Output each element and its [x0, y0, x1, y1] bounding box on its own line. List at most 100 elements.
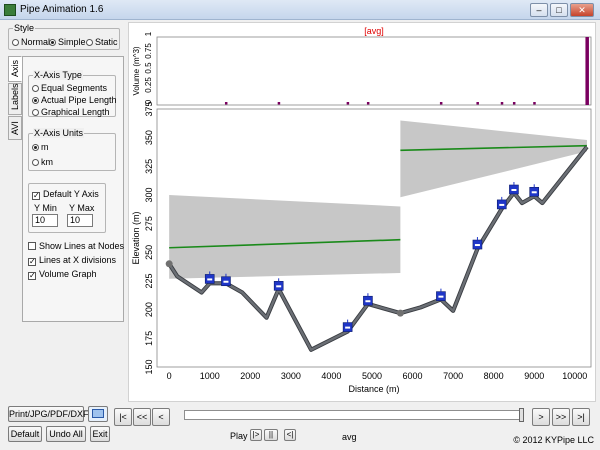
ymin-input[interactable]: 10: [32, 214, 58, 227]
fast-back-button[interactable]: <<: [133, 408, 151, 426]
volume-marker: [224, 102, 228, 105]
elevation-y-tick-label: 350: [144, 130, 154, 145]
timeline-slider[interactable]: [184, 408, 524, 422]
last-frame-button[interactable]: >|: [572, 408, 590, 426]
elevation-y-tick-label: 200: [144, 302, 154, 317]
tab-labels-label: Labels: [10, 83, 20, 110]
pipe-node-dot: [165, 260, 173, 268]
units-km-radio[interactable]: km: [32, 157, 53, 167]
volume-graph-checkbox[interactable]: ✓ Volume Graph: [28, 269, 97, 280]
units-m-label: m: [41, 142, 49, 152]
play-reverse-button[interactable]: <|: [284, 429, 296, 441]
play-label: Play: [230, 431, 248, 441]
minimize-button[interactable]: –: [530, 3, 548, 17]
xaxis-units-label: X-Axis Units: [33, 128, 85, 138]
left-panel: Style Normal Simple Static Axis Labels A…: [0, 20, 128, 450]
slider-thumb[interactable]: [519, 408, 524, 422]
step-back-button[interactable]: <: [152, 408, 170, 426]
ymin-label: Y Min: [34, 203, 57, 213]
elevation-x-tick-label: 5000: [362, 371, 382, 381]
elevation-x-tick-label: 2000: [240, 371, 260, 381]
hgl-envelope-band: [169, 195, 401, 279]
xaxis-type-label: X-Axis Type: [33, 70, 83, 80]
xaxis-actual-radio[interactable]: Actual Pipe Length: [32, 95, 117, 105]
elevation-y-tick-label: 325: [144, 159, 154, 174]
xaxis-equal-radio[interactable]: Equal Segments: [32, 83, 107, 93]
undo-all-button[interactable]: Undo All: [46, 426, 86, 442]
xaxis-graphical-radio[interactable]: Graphical Length: [32, 107, 110, 117]
radio-icon: [32, 109, 39, 116]
elevation-y-tick-label: 300: [144, 187, 154, 202]
node-marker-glyph: [365, 300, 371, 303]
elevation-y-tick-label: 175: [144, 331, 154, 346]
first-frame-button[interactable]: |<: [114, 408, 132, 426]
pause-button[interactable]: ||: [264, 429, 278, 441]
tab-avi[interactable]: AVI: [8, 116, 22, 140]
xaxis-graphical-label: Graphical Length: [41, 107, 110, 117]
node-marker-glyph: [207, 278, 213, 281]
default-button[interactable]: Default: [8, 426, 42, 442]
style-static-radio[interactable]: Static: [86, 37, 118, 47]
elevation-x-tick-label: 3000: [281, 371, 301, 381]
tab-axis-label: Axis: [10, 59, 20, 77]
close-button[interactable]: ✕: [570, 3, 594, 17]
volume-title: [avg]: [364, 26, 384, 36]
fast-forward-button[interactable]: >>: [552, 408, 570, 426]
elevation-y-tick-label: 250: [144, 245, 154, 260]
ymax-label: Y Max: [69, 203, 95, 213]
show-lines-label: Show Lines at Nodes: [39, 241, 125, 251]
yaxis-group: ✓ Default Y Axis Y Min Y Max 10 10: [28, 183, 106, 233]
volume-marker: [439, 102, 443, 105]
node-marker-glyph: [511, 189, 517, 191]
elevation-x-axis-label: Distance (m): [348, 384, 399, 394]
step-forward-button[interactable]: >: [532, 408, 550, 426]
check-icon: ✓: [28, 271, 36, 280]
show-lines-checkbox[interactable]: Show Lines at Nodes: [28, 241, 124, 251]
elevation-x-tick-label: 6000: [403, 371, 423, 381]
play-button[interactable]: |>: [250, 429, 262, 441]
xaxis-units-group: X-Axis Units m km: [28, 128, 116, 171]
window-title: Pipe Animation 1.6: [20, 4, 104, 15]
default-yaxis-checkbox[interactable]: ✓ Default Y Axis: [32, 189, 99, 200]
maximize-button[interactable]: □: [550, 3, 568, 17]
volume-axis-label: Volume (m^3): [132, 46, 141, 95]
volume-tick-label: 0.25: [144, 77, 153, 93]
axis-tab-panel: X-Axis Type Equal Segments Actual Pipe L…: [22, 56, 124, 322]
node-marker-glyph: [276, 285, 282, 288]
node-marker-glyph: [438, 295, 444, 298]
elevation-x-tick-label: 10000: [562, 371, 587, 381]
style-normal-label: Normal: [21, 37, 51, 47]
radio-icon: [32, 85, 39, 92]
volume-marker: [346, 102, 350, 105]
exit-button[interactable]: Exit: [90, 426, 110, 442]
node-marker-glyph: [499, 203, 505, 206]
check-icon: [28, 242, 36, 250]
elevation-x-tick-label: 7000: [443, 371, 463, 381]
bottom-controls: Print/JPG/PDF/DXF Default Undo All Exit …: [0, 402, 600, 450]
style-normal-radio[interactable]: Normal: [12, 37, 50, 47]
style-simple-radio[interactable]: Simple: [49, 37, 86, 47]
volume-marker: [277, 102, 281, 105]
volume-marker: [512, 102, 516, 105]
print-button[interactable]: Print/JPG/PDF/DXF: [8, 406, 89, 422]
radio-icon: [32, 144, 39, 151]
volume-marker: [366, 102, 370, 105]
copy-image-button[interactable]: [88, 406, 108, 422]
volume-tick-label: 1: [144, 31, 153, 36]
avg-status: avg: [342, 432, 357, 442]
units-m-radio[interactable]: m: [32, 142, 49, 152]
elevation-y-tick-label: 150: [144, 359, 154, 374]
tab-labels[interactable]: Labels: [8, 83, 22, 115]
xaxis-equal-label: Equal Segments: [41, 83, 108, 93]
title-bar: Pipe Animation 1.6 – □ ✕: [0, 0, 600, 20]
app-icon: [4, 4, 16, 16]
ymax-input[interactable]: 10: [67, 214, 93, 227]
lines-x-checkbox[interactable]: ✓ Lines at X divisions: [28, 255, 116, 266]
radio-icon: [86, 39, 93, 46]
elevation-x-tick-label: 8000: [484, 371, 504, 381]
elevation-x-tick-label: 1000: [200, 371, 220, 381]
node-marker-glyph: [345, 326, 351, 329]
style-static-label: Static: [95, 37, 118, 47]
tab-axis[interactable]: Axis: [8, 56, 22, 82]
elevation-y-tick-label: 375: [144, 101, 154, 116]
